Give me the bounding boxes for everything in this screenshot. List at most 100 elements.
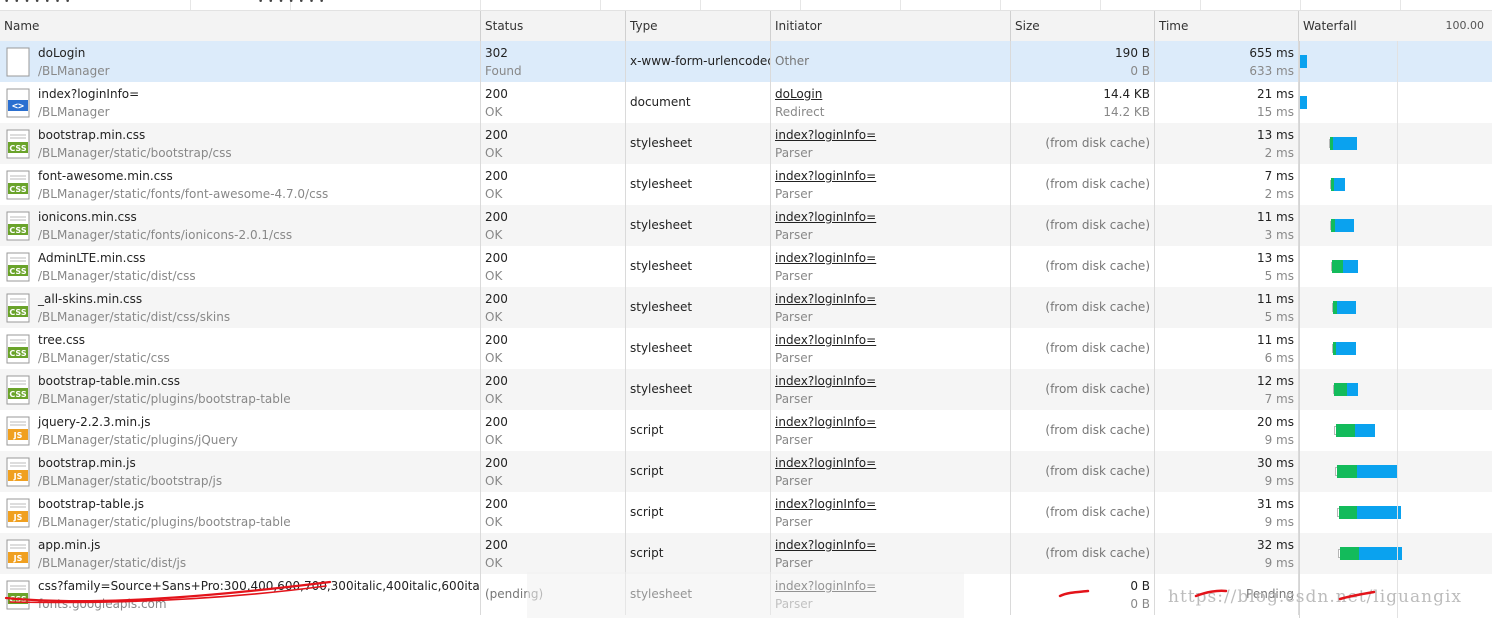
request-path: /BLManager/static/plugins/bootstrap-tabl… <box>38 515 291 529</box>
initiator-link[interactable]: index?loginInfo= <box>775 292 876 306</box>
status-cell: 200 OK <box>481 369 626 410</box>
request-row[interactable]: CSS _all-skins.min.css/BLManager/static/d… <box>0 287 1492 328</box>
initiator-link[interactable]: index?loginInfo= <box>775 169 876 183</box>
name-cell[interactable]: JS bootstrap.min.js/BLManager/static/boot… <box>0 451 481 492</box>
column-header-type[interactable]: Type <box>626 11 771 41</box>
request-row[interactable]: <> index?loginInfo= /BLManager 200 OK documen… <box>0 82 1492 123</box>
name-cell[interactable]: <> index?loginInfo= /BLManager <box>0 82 481 123</box>
size-value: (from disk cache) <box>1045 505 1150 519</box>
initiator-link[interactable]: index?loginInfo= <box>775 456 876 470</box>
initiator-link[interactable]: index?loginInfo= <box>775 497 876 511</box>
time-value: 13 ms <box>1256 251 1294 265</box>
column-header-status[interactable]: Status <box>481 11 626 41</box>
column-header-time[interactable]: Time <box>1155 11 1299 41</box>
css-icon: CSS <box>6 170 30 200</box>
status-code: 200 <box>485 128 508 142</box>
status-code: 200 <box>485 538 508 552</box>
name-cell[interactable]: CSS _all-skins.min.css/BLManager/static/d… <box>0 287 481 328</box>
name-cell[interactable]: CSS AdminLTE.min.css/BLManager/static/dis… <box>0 246 481 287</box>
request-row[interactable]: JS app.min.js/BLManager/static/dist/js 200… <box>0 533 1492 574</box>
waterfall-gridline <box>1397 41 1398 618</box>
initiator-link[interactable]: index?loginInfo= <box>775 374 876 388</box>
type-cell: document <box>626 82 771 123</box>
size-cell: (from disk cache) <box>1011 328 1155 369</box>
column-header-name[interactable]: Name <box>0 11 481 41</box>
request-row[interactable]: CSS ionicons.min.css/BLManager/static/fon… <box>0 205 1492 246</box>
size-cell: (from disk cache) <box>1011 533 1155 574</box>
initiator-cell: index?loginInfo= Parser <box>771 328 1011 369</box>
initiator-detail: Parser <box>775 146 813 160</box>
waterfall-waiting-bar <box>1336 424 1355 437</box>
column-header-initiator[interactable]: Initiator <box>771 11 1011 41</box>
type-cell: x-www-form-urlencoded <box>626 41 771 82</box>
size-value: 190 B <box>1115 46 1150 60</box>
status-text: OK <box>485 392 503 406</box>
size-cell: (from disk cache) <box>1011 205 1155 246</box>
type-cell: script <box>626 410 771 451</box>
request-name: css?family=Source+Sans+Pro:300,400,600,7… <box>38 579 481 593</box>
request-row[interactable]: CSS font-awesome.min.css/BLManager/static… <box>0 164 1492 205</box>
status-cell: 200 OK <box>481 205 626 246</box>
initiator-link[interactable]: index?loginInfo= <box>775 333 876 347</box>
status-cell: 200 OK <box>481 492 626 533</box>
request-path: /BLManager/static/dist/css/skins <box>38 310 231 324</box>
initiator-link[interactable]: index?loginInfo= <box>775 538 876 552</box>
js-icon: JS <box>6 416 30 446</box>
status-text: OK <box>485 310 503 324</box>
initiator-link[interactable]: doLogin <box>775 87 822 101</box>
name-cell[interactable]: CSS ionicons.min.css/BLManager/static/fon… <box>0 205 481 246</box>
column-header-waterfall[interactable]: Waterfall 100.00 <box>1299 11 1492 41</box>
time-latency: 2 ms <box>1264 187 1294 201</box>
name-cell[interactable]: JS bootstrap-table.js/BLManager/static/pl… <box>0 492 481 533</box>
request-type: stylesheet <box>630 300 693 314</box>
name-cell[interactable]: JS jquery-2.2.3.min.js/BLManager/static/p… <box>0 410 481 451</box>
request-row[interactable]: CSS AdminLTE.min.css/BLManager/static/dis… <box>0 246 1492 287</box>
request-name: doLogin <box>38 46 86 60</box>
name-cell[interactable]: CSS tree.css/BLManager/static/css <box>0 328 481 369</box>
request-path: /BLManager <box>38 105 110 119</box>
time-value: 11 ms <box>1256 210 1294 224</box>
initiator-link[interactable]: index?loginInfo= <box>775 251 876 265</box>
type-cell: stylesheet <box>626 246 771 287</box>
waterfall-waiting-bar <box>1334 383 1347 396</box>
status-text: OK <box>485 474 503 488</box>
name-cell[interactable]: CSS bootstrap-table.min.css/BLManager/sta… <box>0 369 481 410</box>
waterfall-scale-label: 100.00 <box>1445 19 1485 32</box>
status-cell: 302 Found <box>481 41 626 82</box>
column-header-row: Name Status Type Initiator Size Time Wat… <box>0 11 1492 42</box>
name-cell[interactable]: CSS bootstrap.min.css/BLManager/static/bo… <box>0 123 481 164</box>
status-text: Found <box>485 64 522 78</box>
request-row[interactable]: CSS bootstrap.min.css/BLManager/static/bo… <box>0 123 1492 164</box>
request-row[interactable]: JS bootstrap.min.js/BLManager/static/boot… <box>0 451 1492 492</box>
timeline-overview[interactable]: • • • • • • • • • • • • • • <box>0 0 1492 11</box>
request-row[interactable]: JS jquery-2.2.3.min.js/BLManager/static/p… <box>0 410 1492 451</box>
initiator-cell: index?loginInfo= Parser <box>771 492 1011 533</box>
time-latency: 9 ms <box>1264 474 1294 488</box>
request-type: script <box>630 505 664 519</box>
css-icon: CSS <box>6 580 30 610</box>
request-row[interactable]: CSS bootstrap-table.min.css/BLManager/sta… <box>0 369 1492 410</box>
time-latency: 3 ms <box>1264 228 1294 242</box>
request-name: bootstrap-table.min.css <box>38 374 180 388</box>
initiator-link[interactable]: index?loginInfo= <box>775 128 876 142</box>
name-cell[interactable]: CSS font-awesome.min.css/BLManager/static… <box>0 164 481 205</box>
initiator-link[interactable]: index?loginInfo= <box>775 415 876 429</box>
name-cell[interactable]: JS app.min.js/BLManager/static/dist/js <box>0 533 481 574</box>
request-row[interactable]: doLogin/BLManager 302 Found x-www-form-urle… <box>0 41 1492 82</box>
name-cell[interactable]: CSS css?family=Source+Sans+Pro:300,400,60… <box>0 574 481 615</box>
size-content: 0 B <box>1130 597 1150 611</box>
status-cell: 200 OK <box>481 82 626 123</box>
svg-text:CSS: CSS <box>9 226 26 235</box>
request-row[interactable]: CSS tree.css/BLManager/static/css 200 OK sty… <box>0 328 1492 369</box>
column-header-size[interactable]: Size <box>1011 11 1155 41</box>
initiator-cell: index?loginInfo= Parser <box>771 246 1011 287</box>
request-name: jquery-2.2.3.min.js <box>38 415 151 429</box>
initiator-link[interactable]: index?loginInfo= <box>775 210 876 224</box>
waterfall-download-bar <box>1336 342 1356 355</box>
request-type: stylesheet <box>630 136 693 150</box>
name-cell[interactable]: doLogin/BLManager <box>0 41 481 82</box>
request-path: /BLManager/static/css <box>38 351 170 365</box>
initiator-cell: index?loginInfo= Parser <box>771 533 1011 574</box>
initiator-cell: Other <box>771 41 1011 82</box>
request-row[interactable]: JS bootstrap-table.js/BLManager/static/pl… <box>0 492 1492 533</box>
